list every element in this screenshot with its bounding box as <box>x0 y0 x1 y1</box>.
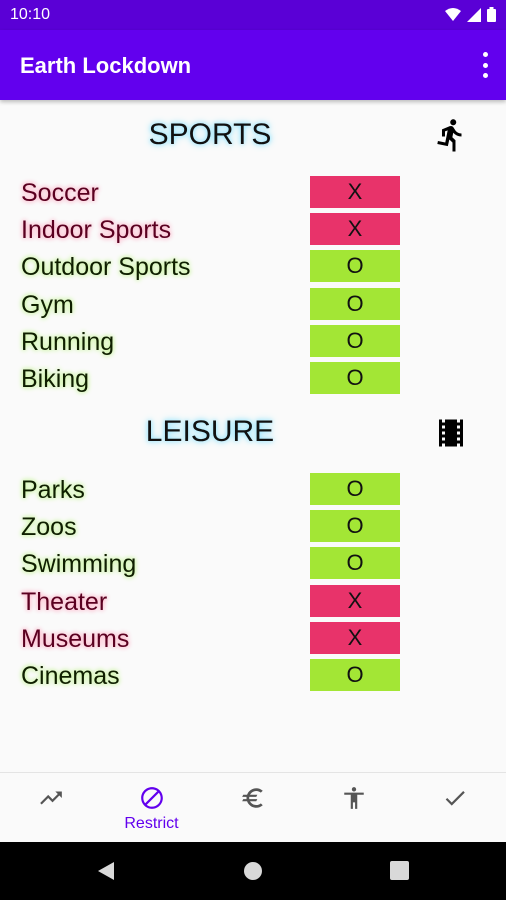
nav-item-people[interactable] <box>303 773 404 843</box>
more-vert-icon <box>482 52 488 57</box>
list-item: Swimming O <box>0 547 506 581</box>
system-navigation-bar <box>0 842 506 900</box>
status-toggle[interactable]: X <box>310 621 400 654</box>
activity-label: Indoor Sports <box>21 216 172 245</box>
status-toggle[interactable]: X <box>310 584 400 617</box>
home-icon[interactable] <box>243 861 263 881</box>
nav-item-done[interactable] <box>404 773 505 843</box>
film-strip-icon <box>439 419 463 447</box>
status-time: 10:10 <box>10 6 51 23</box>
signal-icon <box>467 7 481 22</box>
activity-label: Soccer <box>21 179 99 207</box>
list-item: Museums X <box>0 621 506 656</box>
activity-label: Gym <box>21 290 74 319</box>
app-title: Earth Lockdown <box>20 53 192 78</box>
activity-label: Museums <box>21 624 130 653</box>
status-toggle[interactable]: O <box>310 250 400 283</box>
activity-label: Running <box>21 327 115 356</box>
status-toggle[interactable]: O <box>310 324 400 357</box>
check-icon <box>445 791 465 806</box>
status-toggle[interactable]: X <box>310 213 400 246</box>
list-item: Outdoor Sports O <box>0 250 506 284</box>
status-toggle[interactable]: O <box>310 510 400 543</box>
block-icon <box>141 787 163 809</box>
status-toggle[interactable]: O <box>310 659 400 691</box>
battery-icon <box>487 7 496 22</box>
activity-label: Biking <box>21 365 90 393</box>
activity-label: Zoos <box>21 513 77 542</box>
app-bar: Earth Lockdown <box>0 30 506 100</box>
nav-label-restrict: Restrict <box>124 815 179 832</box>
section-title-sports: SPORTS <box>148 118 272 151</box>
status-bar: 10:10 <box>0 0 506 30</box>
list-item: Cinemas O <box>0 659 506 693</box>
status-toggle[interactable]: O <box>310 473 400 505</box>
status-toggle[interactable]: X <box>310 176 400 208</box>
status-toggle[interactable]: O <box>310 547 400 580</box>
list-item: Soccer X <box>0 176 506 210</box>
nav-item-economy[interactable] <box>202 773 303 843</box>
activity-label: Cinemas <box>21 662 120 690</box>
running-person-icon <box>437 119 462 152</box>
status-toggle[interactable]: O <box>310 362 400 394</box>
nav-item-restrict[interactable]: Restrict <box>101 773 202 843</box>
list-item: Running O <box>0 324 506 359</box>
list-item: Gym O <box>0 287 506 322</box>
trending-up-icon <box>40 791 62 805</box>
nav-item-trends[interactable] <box>0 773 101 843</box>
status-toggle[interactable]: O <box>310 287 400 320</box>
bottom-navigation: Restrict <box>0 772 506 843</box>
list-item: Biking O <box>0 362 506 396</box>
activity-label: Parks <box>21 476 85 504</box>
status-icons <box>445 7 496 22</box>
activity-label: Swimming <box>21 550 137 579</box>
list-item: Indoor Sports X <box>0 213 506 247</box>
activity-label: Theater <box>21 587 108 616</box>
list-item: Parks O <box>0 473 506 507</box>
recents-icon[interactable] <box>390 861 409 880</box>
list-item: Zoos O <box>0 510 506 544</box>
section-title-leisure: LEISURE <box>145 415 275 448</box>
wifi-icon <box>445 7 461 21</box>
back-icon[interactable] <box>96 861 116 881</box>
accessibility-icon <box>344 787 364 809</box>
activity-label: Outdoor Sports <box>21 253 191 282</box>
overflow-menu-button[interactable] <box>478 52 492 78</box>
euro-icon <box>242 788 263 808</box>
list-item: Theater X <box>0 584 506 619</box>
